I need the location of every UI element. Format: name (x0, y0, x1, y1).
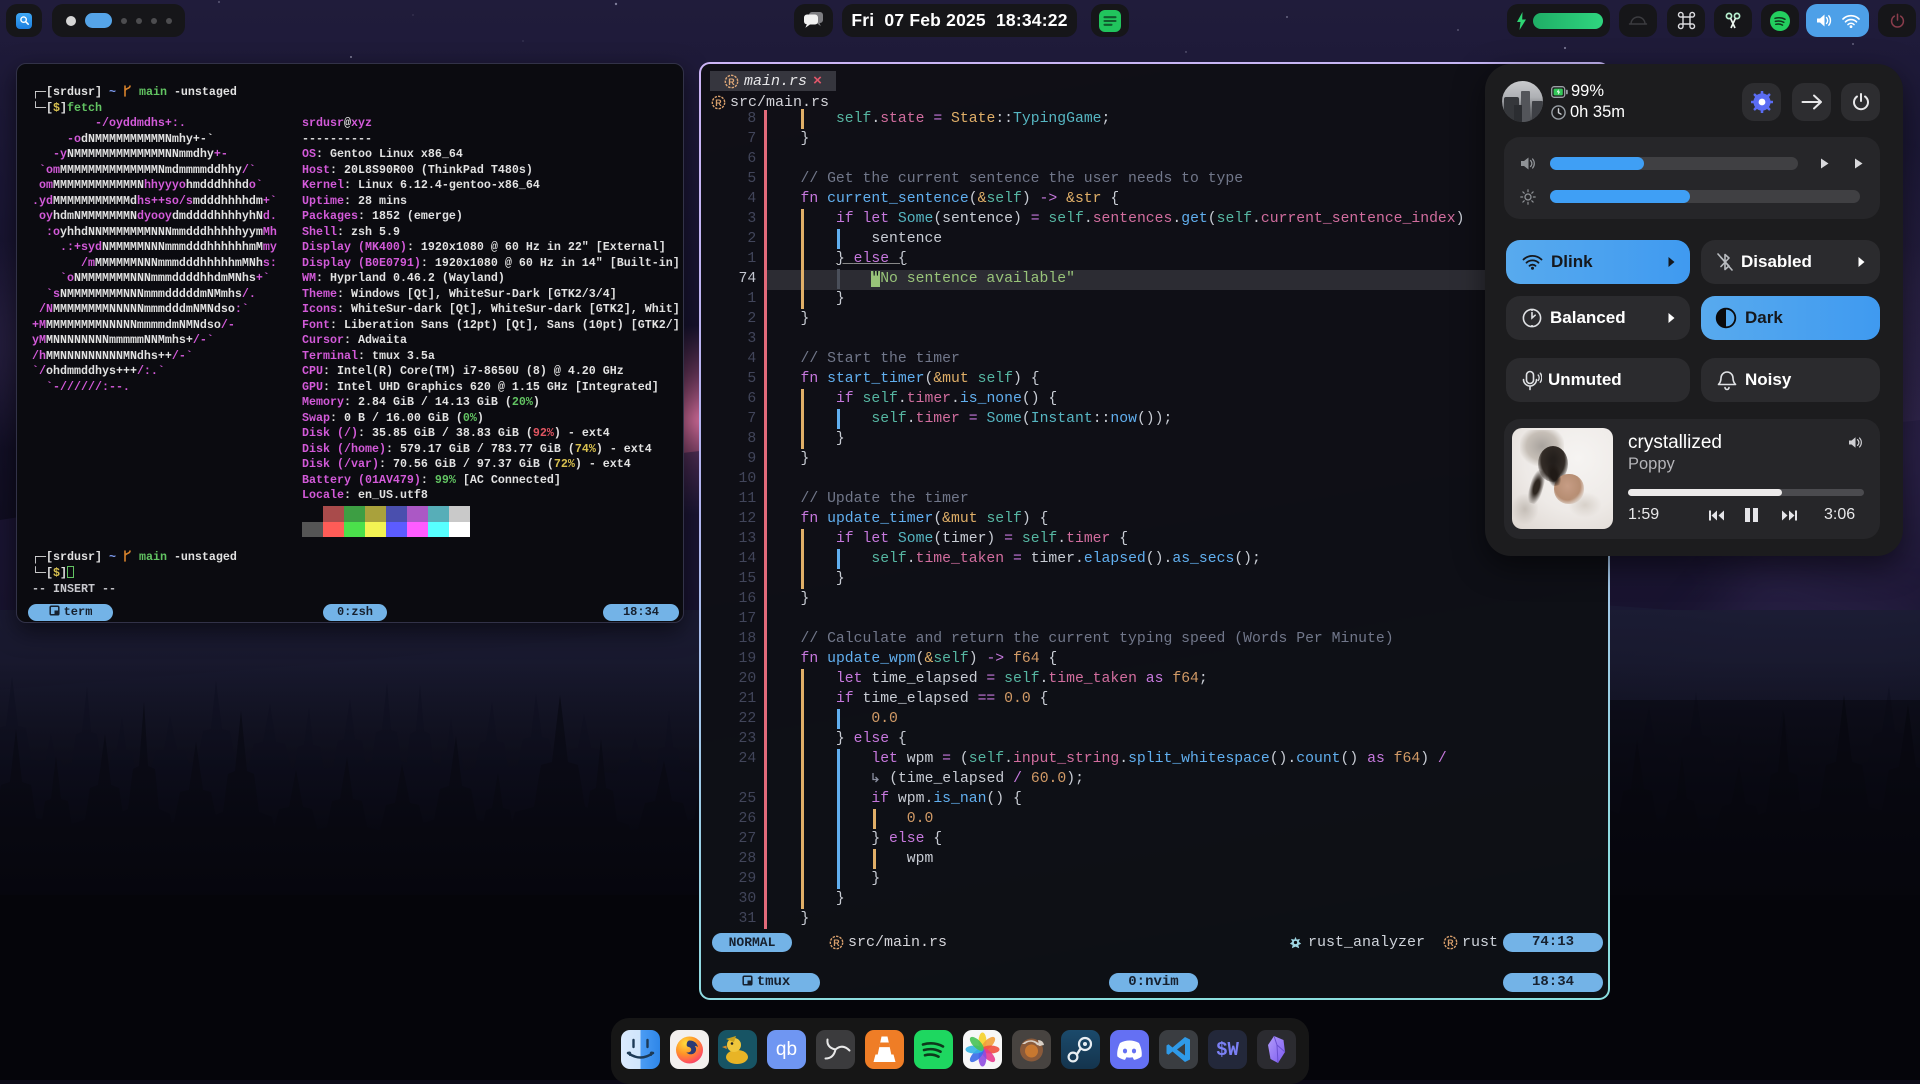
svg-text:R: R (728, 76, 735, 86)
svg-text:R: R (715, 97, 722, 107)
svg-text:R: R (833, 938, 840, 948)
svg-text:R: R (1447, 938, 1454, 948)
